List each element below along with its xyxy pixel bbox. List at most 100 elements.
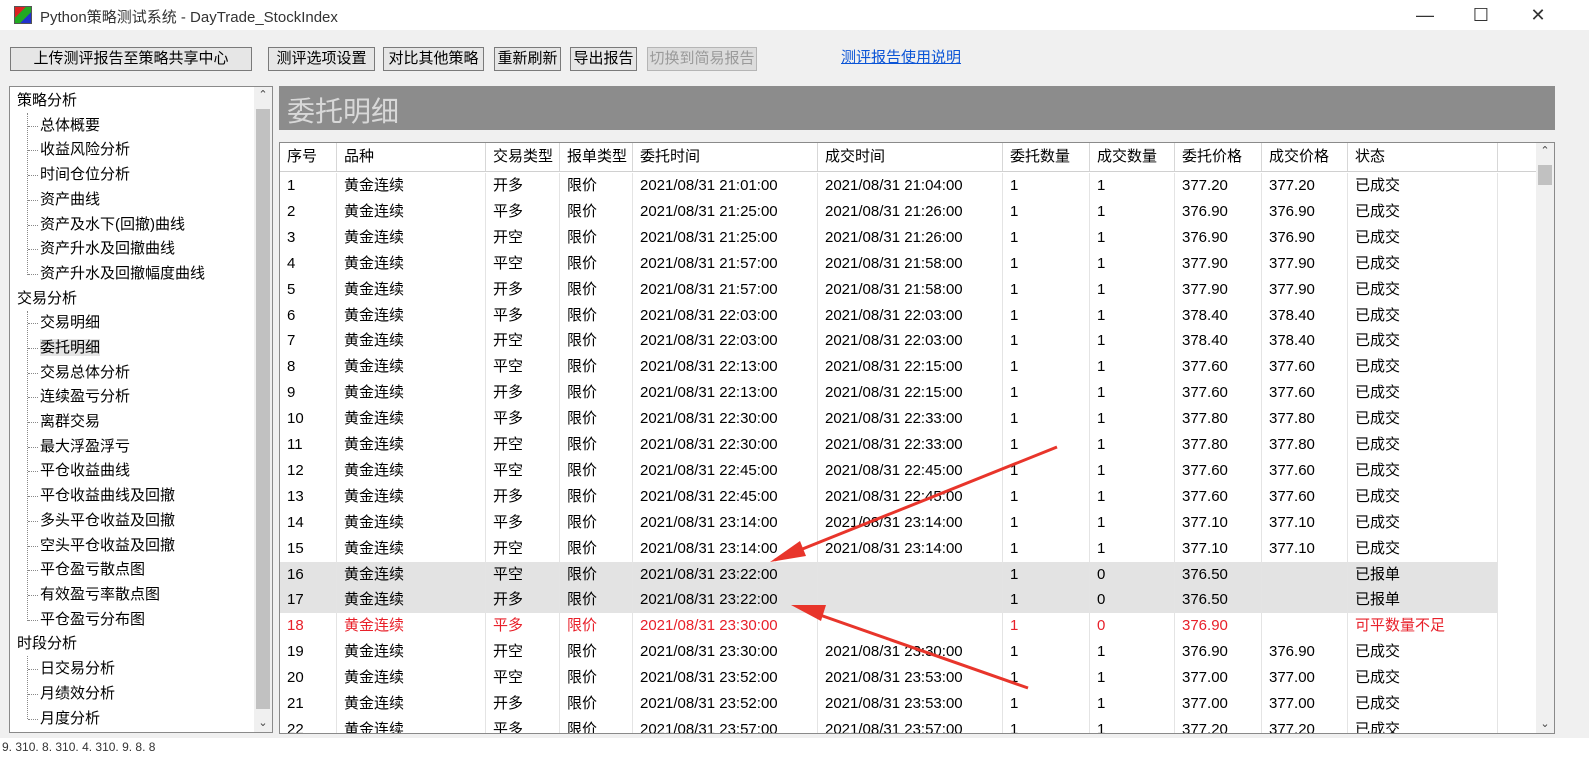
compare-strategies-button[interactable]: 对比其他策略 <box>383 47 484 71</box>
table-row[interactable]: 1 黄金连续 开多 限价 2021/08/31 21:01:00 2021/08/31 2… <box>280 173 1498 199</box>
help-link[interactable]: 测评报告使用说明 <box>841 46 961 67</box>
maximize-button[interactable]: ☐ <box>1453 0 1509 30</box>
column-header[interactable]: 序号 <box>280 143 337 171</box>
table-row[interactable]: 2 黄金连续 平多 限价 2021/08/31 21:25:00 2021/08/31 2… <box>280 199 1498 225</box>
column-header[interactable]: 品种 <box>337 143 486 171</box>
tree-category[interactable]: 策略分析 <box>17 89 77 113</box>
options-settings-button[interactable]: 测评选项设置 <box>268 47 375 71</box>
upload-report-button[interactable]: 上传测评报告至策略共享中心 <box>10 47 252 71</box>
column-header[interactable]: 委托时间 <box>633 143 818 171</box>
column-header[interactable]: 成交时间 <box>818 143 1003 171</box>
scroll-up-icon[interactable]: ⌃ <box>1536 143 1554 160</box>
tree-item[interactable]: 交易总体分析 <box>27 361 130 385</box>
column-header[interactable]: 成交数量 <box>1090 143 1175 171</box>
table-row[interactable]: 3 黄金连续 开空 限价 2021/08/31 21:25:00 2021/08/31 2… <box>280 225 1498 251</box>
table-cell: 2021/08/31 23:30:00 <box>633 613 818 639</box>
tree-item[interactable]: 委托明细 <box>27 336 101 360</box>
table-cell: 限价 <box>560 173 633 199</box>
table-row[interactable]: 18 黄金连续 平多 限价 2021/08/31 23:30:00 1 0 376.90 可平数… <box>280 613 1498 639</box>
tree-item[interactable]: 交易明细 <box>27 311 100 335</box>
column-header[interactable]: 交易类型 <box>486 143 560 171</box>
table-row[interactable]: 22 黄金连续 平多 限价 2021/08/31 23:57:00 2021/08/31 … <box>280 717 1498 733</box>
table-cell: 14 <box>280 510 337 536</box>
column-header[interactable]: 状态 <box>1348 143 1498 171</box>
table-row[interactable]: 12 黄金连续 平空 限价 2021/08/31 22:45:00 2021/08/31 … <box>280 458 1498 484</box>
minimize-button[interactable]: — <box>1397 0 1453 30</box>
scroll-down-icon[interactable]: ⌄ <box>1536 716 1554 733</box>
column-header[interactable]: 成交价格 <box>1262 143 1348 171</box>
table-cell: 377.10 <box>1262 536 1348 562</box>
table-row[interactable]: 19 黄金连续 开空 限价 2021/08/31 23:30:00 2021/08/31 … <box>280 639 1498 665</box>
table-cell: 1 <box>1003 406 1090 432</box>
status-text: 9. 310. 8. 310. 4. 310. 9. 8. 8 <box>2 740 156 754</box>
table-scrollbar[interactable]: ⌃ ⌄ <box>1536 143 1554 733</box>
table-cell: 限价 <box>560 432 633 458</box>
export-report-button[interactable]: 导出报告 <box>570 47 637 71</box>
table-row[interactable]: 21 黄金连续 开多 限价 2021/08/31 23:52:00 2021/08/31 … <box>280 691 1498 717</box>
tree-item-label: 平仓收益曲线 <box>40 462 131 479</box>
table-cell: 1 <box>1090 536 1175 562</box>
scroll-down-icon[interactable]: ⌄ <box>254 715 272 732</box>
tree-item[interactable]: 日交易分析 <box>27 657 115 681</box>
table-cell: 可平数量不足 <box>1348 613 1498 639</box>
table-row[interactable]: 7 黄金连续 开空 限价 2021/08/31 22:03:00 2021/08/31 2… <box>280 328 1498 354</box>
tree-item[interactable]: 时间仓位分析 <box>27 163 130 187</box>
tree-item[interactable]: 连续盈亏分析 <box>27 385 130 409</box>
tree-item[interactable]: 多头平仓收益及回撤 <box>27 509 175 533</box>
tree-item[interactable]: 资产及水下(回撤)曲线 <box>28 213 185 237</box>
table-row[interactable]: 8 黄金连续 平空 限价 2021/08/31 22:13:00 2021/08/31 2… <box>280 354 1498 380</box>
table-cell: 10 <box>280 406 337 432</box>
table-cell: 黄金连续 <box>337 251 486 277</box>
tree-item[interactable]: 资产曲线 <box>27 188 100 212</box>
tree-item[interactable]: 平仓收益曲线 <box>27 459 131 483</box>
table-cell: 6 <box>280 303 337 329</box>
tree-category[interactable]: 交易分析 <box>17 287 77 311</box>
table-row[interactable]: 9 黄金连续 开多 限价 2021/08/31 22:13:00 2021/08/31 2… <box>280 380 1498 406</box>
table-row[interactable]: 14 黄金连续 平多 限价 2021/08/31 23:14:00 2021/08/31 … <box>280 510 1498 536</box>
table-cell: 377.00 <box>1175 691 1262 717</box>
tree-item[interactable]: 收益风险分析 <box>27 138 130 162</box>
table-row[interactable]: 15 黄金连续 开空 限价 2021/08/31 23:14:00 2021/08/31 … <box>280 536 1498 562</box>
tree-item[interactable]: 月度分析 <box>27 707 100 731</box>
table-row[interactable]: 16 黄金连续 平空 限价 2021/08/31 23:22:00 1 0 376.50 已报单 <box>280 562 1498 588</box>
table-cell: 限价 <box>560 251 633 277</box>
table-row[interactable]: 20 黄金连续 平空 限价 2021/08/31 23:52:00 2021/08/31 … <box>280 665 1498 691</box>
tree-scrollbar[interactable]: ⌃ ⌄ <box>254 87 272 732</box>
tree-item[interactable]: 离群交易 <box>27 410 100 434</box>
tree-item[interactable]: 月绩效分析 <box>27 682 115 706</box>
table-cell: 378.40 <box>1262 328 1348 354</box>
tree-item[interactable]: 空头平仓收益及回撤 <box>27 534 175 558</box>
tree-item[interactable]: 平仓盈亏散点图 <box>27 558 145 582</box>
table-scroll-thumb[interactable] <box>1538 165 1552 185</box>
tree-item[interactable]: 资产升水及回撤幅度曲线 <box>27 262 205 286</box>
table-cell: 已成交 <box>1348 328 1498 354</box>
table-row[interactable]: 17 黄金连续 开多 限价 2021/08/31 23:22:00 1 0 376.50 已报单 <box>280 587 1498 613</box>
table-cell: 1 <box>1090 484 1175 510</box>
tree-category[interactable]: 时段分析 <box>17 632 77 656</box>
column-header[interactable]: 委托数量 <box>1003 143 1090 171</box>
table-cell: 1 <box>1003 173 1090 199</box>
scroll-up-icon[interactable]: ⌃ <box>254 87 272 104</box>
tree-item[interactable]: 有效盈亏率散点图 <box>27 583 160 607</box>
tree-item[interactable]: 最大浮盈浮亏 <box>27 435 131 459</box>
close-button[interactable]: ✕ <box>1510 0 1566 30</box>
simple-report-button[interactable]: 切换到简易报告 <box>647 47 757 71</box>
table-row[interactable]: 11 黄金连续 开空 限价 2021/08/31 22:30:00 2021/08/31 … <box>280 432 1498 458</box>
tree-item[interactable]: 总体概要 <box>27 114 100 138</box>
table-row[interactable]: 13 黄金连续 开多 限价 2021/08/31 22:45:00 2021/08/31 … <box>280 484 1498 510</box>
column-header[interactable]: 报单类型 <box>560 143 633 171</box>
column-header[interactable]: 委托价格 <box>1175 143 1262 171</box>
table-row[interactable]: 6 黄金连续 平多 限价 2021/08/31 22:03:00 2021/08/31 2… <box>280 303 1498 329</box>
refresh-button[interactable]: 重新刷新 <box>494 47 561 71</box>
tree-item[interactable]: 平仓盈亏分布图 <box>27 608 145 632</box>
tree-item[interactable]: 资产升水及回撤曲线 <box>27 237 175 261</box>
table-cell: 黄金连续 <box>337 691 486 717</box>
table-row[interactable]: 10 黄金连续 平多 限价 2021/08/31 22:30:00 2021/08/31 … <box>280 406 1498 432</box>
table-row[interactable]: 4 黄金连续 平空 限价 2021/08/31 21:57:00 2021/08/31 2… <box>280 251 1498 277</box>
table-row[interactable]: 5 黄金连续 开多 限价 2021/08/31 21:57:00 2021/08/31 2… <box>280 277 1498 303</box>
table-cell: 开空 <box>486 225 560 251</box>
tree-item[interactable]: 平仓收益曲线及回撤 <box>27 484 175 508</box>
tree-item-label: 最大浮盈浮亏 <box>40 438 131 455</box>
tree-scroll-thumb[interactable] <box>256 109 270 709</box>
tree-item-label: 委托明细 <box>40 339 101 356</box>
